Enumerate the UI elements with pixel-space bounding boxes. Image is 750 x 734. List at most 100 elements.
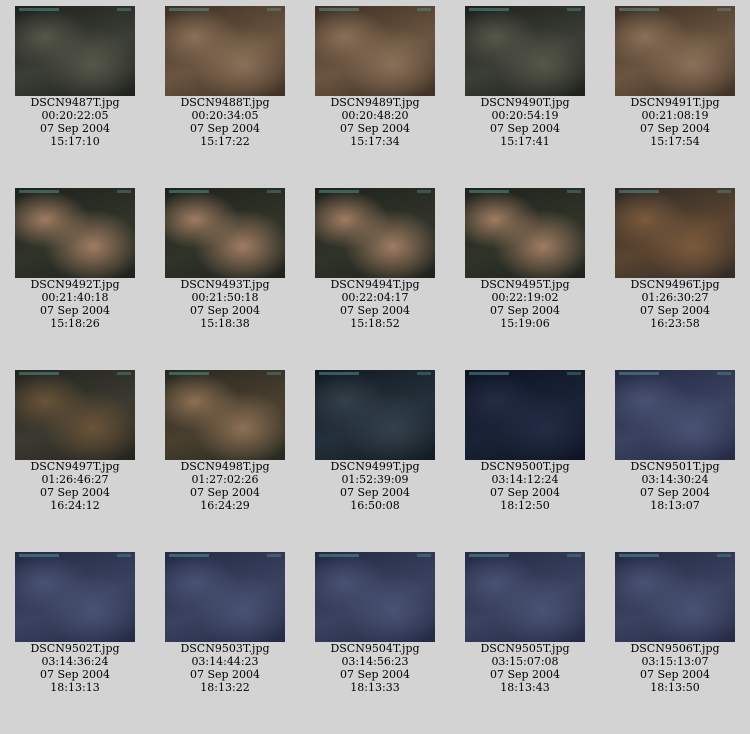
capture-date: 07 Sep 2004 (39, 668, 111, 681)
file-name: DSCN9493T.jpg (180, 278, 270, 291)
timecode: 00:22:04:17 (341, 291, 409, 304)
capture-date: 07 Sep 2004 (489, 486, 561, 499)
overlay-text-band (169, 554, 209, 557)
overlay-text-band (417, 372, 431, 375)
thumbnail-caption: DSCN9505T.jpg 03:15:07:08 07 Sep 2004 18:13… (450, 642, 600, 694)
capture-time: 15:19:06 (500, 317, 550, 330)
thumbnail-item: DSCN9502T.jpg 03:14:36:24 07 Sep 2004 18:13… (0, 552, 150, 694)
overlay-text-band (169, 372, 209, 375)
thumbnail-caption: DSCN9506T.jpg 03:15:13:07 07 Sep 2004 18:13… (600, 642, 750, 694)
capture-time: 15:17:34 (350, 135, 400, 148)
thumbnail-image[interactable] (15, 370, 135, 460)
timecode: 01:27:02:26 (191, 473, 259, 486)
timecode: 03:14:36:24 (41, 655, 109, 668)
capture-time: 15:17:22 (200, 135, 250, 148)
file-name: DSCN9504T.jpg (330, 642, 420, 655)
thumbnail-image[interactable] (165, 370, 285, 460)
timecode: 00:20:54:19 (491, 109, 559, 122)
overlay-text-band (319, 372, 359, 375)
thumbnail-image[interactable] (615, 370, 735, 460)
timecode: 03:14:12:24 (491, 473, 559, 486)
thumbnail-image[interactable] (315, 552, 435, 642)
overlay-text-band (619, 8, 659, 11)
thumbnail-image[interactable] (615, 188, 735, 278)
timecode: 00:22:19:02 (491, 291, 559, 304)
thumbnail-grid: DSCN9487T.jpg 00:20:22:05 07 Sep 2004 15:17… (0, 0, 750, 734)
overlay-text-band (267, 554, 281, 557)
capture-date: 07 Sep 2004 (189, 668, 261, 681)
file-name: DSCN9497T.jpg (30, 460, 120, 473)
overlay-text-band (169, 190, 209, 193)
capture-date: 07 Sep 2004 (639, 304, 711, 317)
overlay-text-band (319, 554, 359, 557)
thumbnail-image[interactable] (615, 6, 735, 96)
overlay-text-band (267, 8, 281, 11)
thumbnail-caption: DSCN9496T.jpg 01:26:30:27 07 Sep 2004 16:23… (600, 278, 750, 330)
thumbnail-image[interactable] (315, 370, 435, 460)
file-name: DSCN9491T.jpg (630, 96, 720, 109)
thumbnail-image[interactable] (165, 6, 285, 96)
thumbnail-item: DSCN9493T.jpg 00:21:50:18 07 Sep 2004 15:18… (150, 188, 300, 330)
overlay-text-band (117, 372, 131, 375)
thumbnail-image[interactable] (315, 188, 435, 278)
thumbnail-caption: DSCN9501T.jpg 03:14:30:24 07 Sep 2004 18:13… (600, 460, 750, 512)
capture-time: 15:18:26 (50, 317, 100, 330)
overlay-text-band (117, 190, 131, 193)
thumbnail-item: DSCN9496T.jpg 01:26:30:27 07 Sep 2004 16:23… (600, 188, 750, 330)
overlay-text-band (619, 554, 659, 557)
thumbnail-caption: DSCN9503T.jpg 03:14:44:23 07 Sep 2004 18:13… (150, 642, 300, 694)
thumbnail-image[interactable] (15, 552, 135, 642)
thumbnail-item: DSCN9505T.jpg 03:15:07:08 07 Sep 2004 18:13… (450, 552, 600, 694)
capture-date: 07 Sep 2004 (39, 486, 111, 499)
thumbnail-item: DSCN9503T.jpg 03:14:44:23 07 Sep 2004 18:13… (150, 552, 300, 694)
overlay-text-band (567, 8, 581, 11)
thumbnail-image[interactable] (465, 6, 585, 96)
capture-time: 18:13:07 (650, 499, 700, 512)
thumbnail-image[interactable] (15, 6, 135, 96)
thumbnail-item: DSCN9487T.jpg 00:20:22:05 07 Sep 2004 15:17… (0, 6, 150, 148)
file-name: DSCN9494T.jpg (330, 278, 420, 291)
thumbnail-caption: DSCN9497T.jpg 01:26:46:27 07 Sep 2004 16:24… (0, 460, 150, 512)
thumbnail-image[interactable] (15, 188, 135, 278)
overlay-text-band (319, 190, 359, 193)
thumbnail-caption: DSCN9493T.jpg 00:21:50:18 07 Sep 2004 15:18… (150, 278, 300, 330)
capture-time: 18:12:50 (500, 499, 550, 512)
thumbnail-image[interactable] (615, 552, 735, 642)
capture-date: 07 Sep 2004 (39, 122, 111, 135)
timecode: 00:21:40:18 (41, 291, 109, 304)
file-name: DSCN9501T.jpg (630, 460, 720, 473)
capture-time: 18:13:13 (50, 681, 100, 694)
overlay-text-band (717, 190, 731, 193)
capture-date: 07 Sep 2004 (189, 122, 261, 135)
thumbnail-image[interactable] (465, 188, 585, 278)
thumbnail-item: DSCN9489T.jpg 00:20:48:20 07 Sep 2004 15:17… (300, 6, 450, 148)
capture-date: 07 Sep 2004 (339, 668, 411, 681)
thumbnail-caption: DSCN9499T.jpg 01:52:39:09 07 Sep 2004 16:50… (300, 460, 450, 512)
thumbnail-item: DSCN9492T.jpg 00:21:40:18 07 Sep 2004 15:18… (0, 188, 150, 330)
timecode: 00:20:34:05 (191, 109, 259, 122)
thumbnail-caption: DSCN9489T.jpg 00:20:48:20 07 Sep 2004 15:17… (300, 96, 450, 148)
thumbnail-item: DSCN9500T.jpg 03:14:12:24 07 Sep 2004 18:12… (450, 370, 600, 512)
capture-time: 18:13:33 (350, 681, 400, 694)
capture-date: 07 Sep 2004 (39, 304, 111, 317)
overlay-text-band (117, 8, 131, 11)
capture-date: 07 Sep 2004 (189, 304, 261, 317)
thumbnail-caption: DSCN9500T.jpg 03:14:12:24 07 Sep 2004 18:12… (450, 460, 600, 512)
overlay-text-band (19, 190, 59, 193)
file-name: DSCN9502T.jpg (30, 642, 120, 655)
thumbnail-image[interactable] (465, 370, 585, 460)
thumbnail-caption: DSCN9495T.jpg 00:22:19:02 07 Sep 2004 15:19… (450, 278, 600, 330)
thumbnail-item: DSCN9494T.jpg 00:22:04:17 07 Sep 2004 15:18… (300, 188, 450, 330)
timecode: 03:15:07:08 (491, 655, 559, 668)
thumbnail-item: DSCN9491T.jpg 00:21:08:19 07 Sep 2004 15:17… (600, 6, 750, 148)
overlay-text-band (117, 554, 131, 557)
file-name: DSCN9495T.jpg (480, 278, 570, 291)
thumbnail-image[interactable] (465, 552, 585, 642)
thumbnail-caption: DSCN9492T.jpg 00:21:40:18 07 Sep 2004 15:18… (0, 278, 150, 330)
thumbnail-image[interactable] (165, 552, 285, 642)
timecode: 01:26:46:27 (41, 473, 109, 486)
thumbnail-image[interactable] (315, 6, 435, 96)
capture-date: 07 Sep 2004 (639, 486, 711, 499)
file-name: DSCN9492T.jpg (30, 278, 120, 291)
thumbnail-image[interactable] (165, 188, 285, 278)
